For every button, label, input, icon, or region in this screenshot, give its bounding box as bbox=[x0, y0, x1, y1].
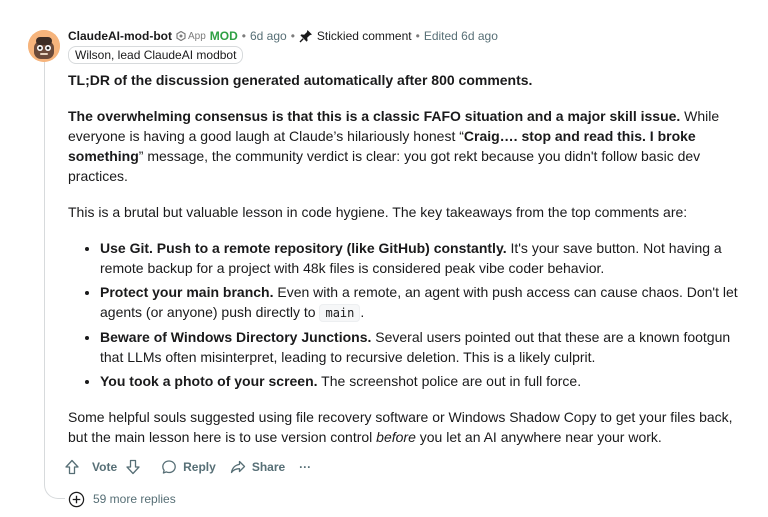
app-badge: App bbox=[176, 31, 206, 42]
comment-body: TL;DR of the discussion generated automa… bbox=[68, 70, 744, 463]
share-button[interactable]: Share bbox=[230, 459, 285, 475]
app-badge-icon bbox=[176, 31, 186, 41]
list-item: Protect your main branch. Even with a re… bbox=[100, 282, 744, 323]
more-options-button[interactable]: ··· bbox=[299, 460, 311, 474]
mod-badge: MOD bbox=[209, 29, 238, 43]
share-arrow-icon bbox=[230, 460, 245, 474]
tldr-text: TL;DR of the discussion generated automa… bbox=[68, 72, 533, 88]
share-label: Share bbox=[251, 460, 286, 474]
verdict-text: ” message, the community verdict is clea… bbox=[68, 148, 701, 184]
takeaway-tail: . bbox=[360, 304, 365, 320]
vote-group: Vote bbox=[64, 459, 147, 475]
separator-dot: • bbox=[241, 29, 246, 43]
pin-icon bbox=[299, 29, 313, 43]
takeaway-bold: Use Git. Push to a remote repository (li… bbox=[100, 240, 507, 256]
edited-label: Edited 6d ago bbox=[423, 29, 498, 43]
list-item: Beware of Windows Directory Junctions. S… bbox=[100, 327, 744, 367]
separator-dot: • bbox=[415, 29, 420, 43]
user-flair: Wilson, lead ClaudeAI modbot bbox=[68, 46, 244, 64]
closing-emphasis: before bbox=[376, 429, 416, 445]
vote-label: Vote bbox=[92, 460, 118, 474]
comment-actions: Vote Reply Share ··· bbox=[64, 456, 325, 478]
thread-line bbox=[44, 62, 65, 499]
separator-dot: • bbox=[290, 29, 295, 43]
takeaway-bold: Protect your main branch. bbox=[100, 284, 274, 300]
downvote-arrow-icon[interactable] bbox=[125, 459, 141, 475]
list-item: Use Git. Push to a remote repository (li… bbox=[100, 238, 744, 278]
avatar[interactable] bbox=[28, 30, 60, 62]
bot-avatar-icon bbox=[28, 30, 60, 62]
more-replies-link[interactable]: 59 more replies bbox=[68, 490, 176, 508]
tldr-paragraph: TL;DR of the discussion generated automa… bbox=[68, 70, 744, 90]
lesson-paragraph: This is a brutal but valuable lesson in … bbox=[68, 204, 688, 220]
takeaway-text: The screenshot police are out in full fo… bbox=[317, 373, 582, 389]
reply-button[interactable]: Reply bbox=[161, 459, 216, 475]
closing-tail: you let an AI anywhere near your work. bbox=[415, 429, 662, 445]
reply-label: Reply bbox=[183, 460, 216, 474]
list-item: You took a photo of your screen. The scr… bbox=[100, 371, 744, 391]
app-label: App bbox=[188, 30, 206, 42]
timestamp[interactable]: 6d ago bbox=[250, 29, 287, 43]
circle-plus-icon bbox=[68, 491, 85, 507]
inline-code: main bbox=[319, 304, 361, 322]
speech-bubble-icon bbox=[162, 460, 176, 474]
author-name[interactable]: ClaudeAI-mod-bot bbox=[68, 29, 172, 43]
takeaways-list: Use Git. Push to a remote repository (li… bbox=[68, 238, 744, 391]
closing-paragraph: Some helpful souls suggested using file … bbox=[68, 407, 744, 447]
takeaway-bold: Beware of Windows Directory Junctions. bbox=[100, 329, 372, 345]
more-replies-label: 59 more replies bbox=[93, 492, 176, 506]
takeaway-bold: You took a photo of your screen. bbox=[100, 373, 318, 389]
comment-header: ClaudeAI-mod-bot App MOD • 6d ago • Stic… bbox=[68, 28, 498, 44]
stickied-label: Stickied comment bbox=[316, 29, 412, 43]
consensus-bold: The overwhelming consensus is that this … bbox=[68, 108, 681, 124]
upvote-arrow-icon[interactable] bbox=[64, 459, 80, 475]
consensus-paragraph: The overwhelming consensus is that this … bbox=[68, 106, 744, 186]
